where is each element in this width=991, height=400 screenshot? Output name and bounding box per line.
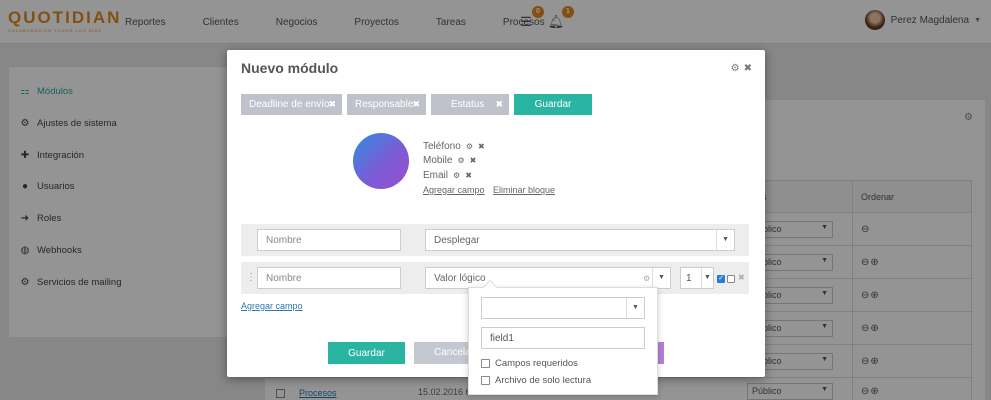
close-icon[interactable]: ✖ [744, 63, 752, 74]
field-telefono: Teléfono ⚙ ✖ [423, 141, 485, 152]
readonly-checkbox[interactable] [481, 376, 490, 385]
field-mobile: Mobile ⚙ ✖ [423, 155, 477, 166]
chip-label: Responsable [355, 99, 414, 110]
number-select[interactable]: 1 ▼ [680, 267, 714, 289]
close-icon[interactable]: ✖ [495, 94, 503, 115]
chevron-down-icon: ▼ [716, 230, 734, 250]
add-field-link-bottom[interactable]: Agregar campo [241, 301, 303, 311]
close-icon[interactable]: ✖ [470, 156, 477, 165]
chevron-down-icon: ▼ [626, 298, 644, 318]
gear-icon[interactable]: ⚙ [731, 63, 740, 74]
close-icon[interactable]: ✖ [412, 94, 420, 115]
close-icon[interactable]: ✖ [465, 171, 472, 180]
close-icon[interactable]: ✖ [738, 273, 745, 282]
gear-icon[interactable]: ⚙ [453, 171, 460, 180]
required-label: Campos requeridos [495, 358, 578, 369]
name-input[interactable]: Nombre [257, 267, 401, 289]
field-type-select[interactable]: Valor lógico ▼ [425, 267, 671, 289]
close-icon[interactable]: ✖ [328, 94, 336, 115]
required-checkbox[interactable] [481, 359, 490, 368]
save-button[interactable]: Guardar [514, 94, 592, 115]
field-type-select[interactable]: Desplegar ▼ [425, 229, 735, 251]
close-icon[interactable]: ✖ [478, 142, 485, 151]
field-options-popover: ▼ field1 Campos requeridos Archivo de so… [468, 279, 658, 395]
readonly-label: Archivo de solo lectura [495, 375, 592, 386]
footer-save-button[interactable]: Guardar [328, 342, 405, 364]
delete-block-link[interactable]: Eliminar bloque [493, 185, 555, 195]
chevron-down-icon: ▼ [701, 268, 713, 288]
unchecked-checkbox[interactable] [727, 275, 735, 283]
module-avatar-circle[interactable] [353, 133, 409, 189]
options-select[interactable]: ▼ [481, 297, 645, 319]
name-input[interactable]: Nombre [257, 229, 401, 251]
chip-responsable[interactable]: Responsable ✖ [347, 94, 426, 115]
modal-actions: ⚙ ✖ [727, 63, 752, 74]
gear-icon[interactable]: ⚙ [457, 156, 464, 165]
add-field-link[interactable]: Agregar campo [423, 185, 485, 195]
chip-label: Estatus [451, 99, 485, 110]
field-email: Email ⚙ ✖ [423, 170, 472, 181]
modal-title: Nuevo módulo [241, 60, 339, 76]
chip-deadline[interactable]: Deadline de envío ✖ [241, 94, 342, 115]
gear-icon[interactable]: ⚙ [643, 274, 650, 283]
chip-estatus[interactable]: Estatus ✖ [431, 94, 509, 115]
chevron-down-icon: ▼ [652, 268, 670, 288]
chip-label: Deadline de envío [249, 99, 330, 110]
field-key-input[interactable]: field1 [481, 327, 645, 349]
gear-icon[interactable]: ⚙ [466, 142, 473, 151]
checked-checkbox[interactable]: ✓ [717, 275, 725, 283]
